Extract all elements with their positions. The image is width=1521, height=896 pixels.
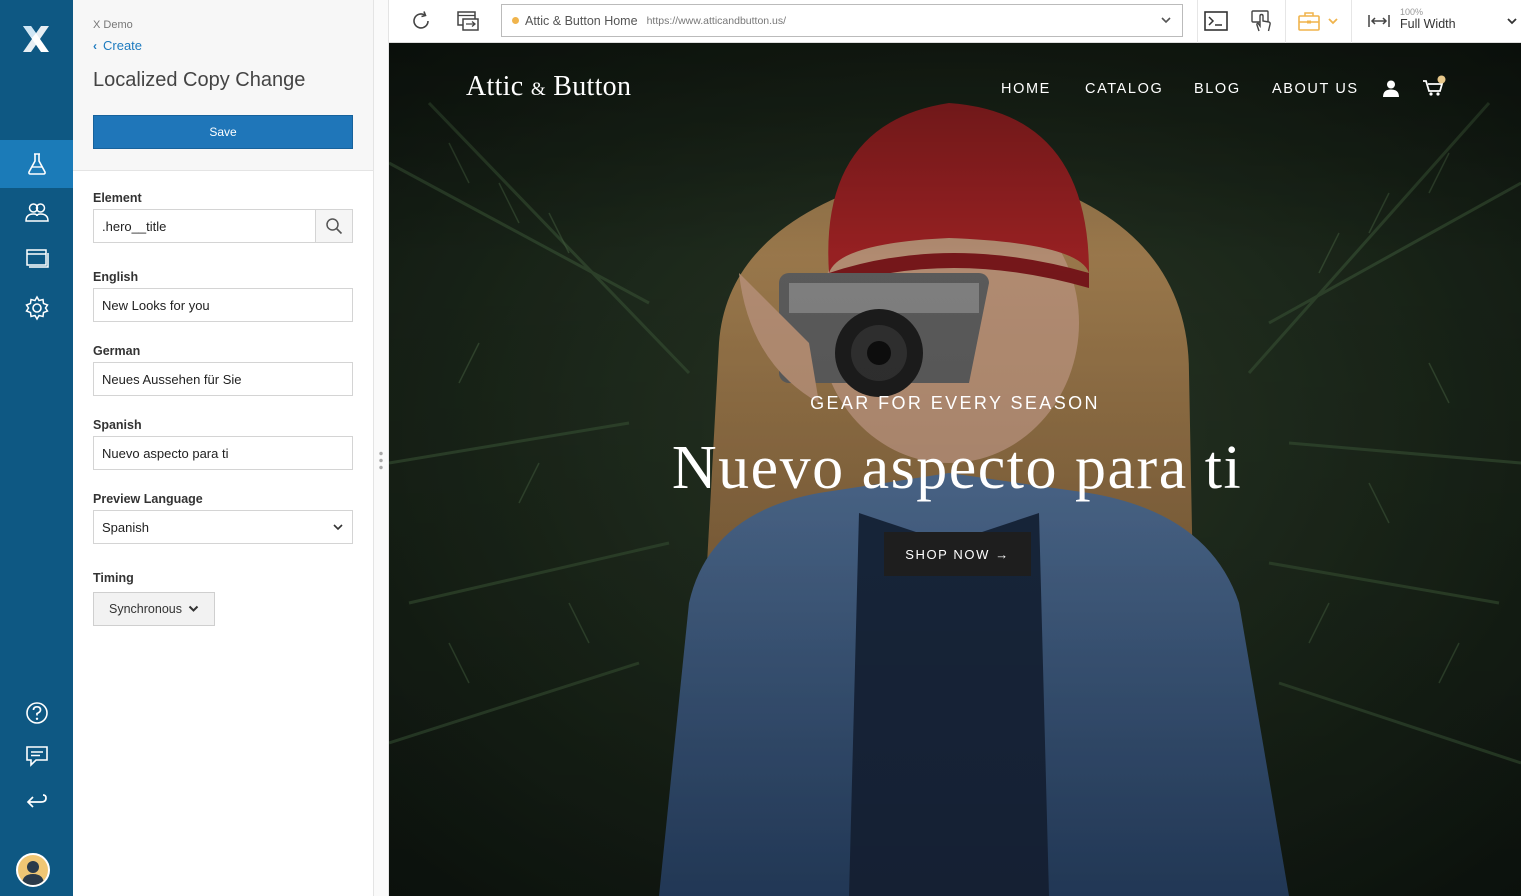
switch-page-button[interactable] — [453, 8, 483, 34]
back-link[interactable]: ‹ Create — [93, 38, 142, 53]
german-label: German — [93, 344, 141, 358]
save-button[interactable]: Save — [93, 115, 353, 149]
flask-icon — [27, 153, 46, 175]
site-nav-blog[interactable]: BLOG — [1194, 81, 1241, 97]
assets-menu-button[interactable] — [1292, 8, 1344, 34]
nav-exit[interactable] — [0, 778, 73, 826]
url-bar[interactable]: Attic & Button Home https://www.atticand… — [501, 4, 1183, 37]
chevron-down-icon[interactable] — [1160, 14, 1172, 26]
nav-experiments[interactable] — [0, 140, 73, 188]
avatar[interactable] — [16, 853, 50, 887]
page-url: https://www.atticandbutton.us/ — [646, 14, 787, 27]
element-search-button[interactable] — [315, 209, 353, 243]
users-icon — [24, 203, 49, 222]
chat-icon — [25, 746, 48, 767]
reload-button[interactable] — [406, 8, 436, 34]
toolbar-divider — [1285, 0, 1286, 43]
chevron-down-icon[interactable] — [1506, 16, 1518, 26]
back-link-label: Create — [103, 38, 143, 53]
preview-language-value: Spanish — [102, 519, 149, 535]
hero-title[interactable]: Nuevo aspecto para ti — [389, 433, 1521, 504]
interact-mode-button[interactable] — [1247, 8, 1277, 34]
element-label: Element — [93, 191, 142, 205]
app-name: X Demo — [93, 19, 133, 31]
account-icon[interactable] — [1382, 79, 1400, 97]
brand-ampersand: & — [530, 79, 546, 100]
pointer-hand-icon — [1251, 10, 1271, 32]
site-nav-home[interactable]: HOME — [1001, 81, 1051, 97]
preview-language-label: Preview Language — [93, 492, 203, 506]
viewport-width-button[interactable] — [1364, 8, 1394, 34]
preview-language-select[interactable]: Spanish — [93, 510, 353, 544]
nav-pages[interactable] — [0, 234, 73, 282]
nav-audiences[interactable] — [0, 188, 73, 236]
nav-feedback[interactable] — [0, 732, 73, 780]
edit-panel: X Demo ‹ Create Localized Copy Change Sav… — [73, 0, 373, 896]
terminal-icon — [1204, 11, 1228, 31]
app-root: X Demo ‹ Create Localized Copy Change Sav… — [0, 0, 1521, 896]
nav-help[interactable] — [0, 689, 73, 737]
chevron-down-icon — [333, 524, 343, 531]
brand-word-right: Button — [553, 71, 632, 102]
help-icon — [25, 702, 48, 724]
briefcase-icon — [1298, 12, 1320, 31]
page-title: Localized Copy Change — [93, 69, 306, 91]
spanish-label: Spanish — [93, 418, 142, 432]
brand-logo[interactable]: Attic & Button — [466, 71, 631, 103]
cart-icon[interactable] — [1422, 75, 1448, 97]
width-arrows-icon — [1368, 15, 1390, 27]
site-preview: Attic & Button HOME CATALOG BLOG ABOUT U… — [389, 43, 1521, 896]
nav-settings[interactable] — [0, 284, 73, 332]
shop-now-button[interactable]: SHOP NOW → — [884, 532, 1031, 576]
width-mode[interactable]: Full Width — [1400, 17, 1456, 31]
pages-icon — [25, 249, 49, 268]
chevron-down-icon — [1328, 18, 1338, 25]
search-icon — [326, 218, 343, 235]
code-editor-button[interactable] — [1201, 8, 1231, 34]
chevron-left-icon: ‹ — [93, 39, 97, 53]
panel-resize-handle[interactable] — [373, 0, 389, 896]
panel-header: X Demo ‹ Create Localized Copy Change Sav… — [73, 0, 373, 171]
timing-dropdown[interactable]: Synchronous — [93, 592, 215, 626]
timing-label: Timing — [93, 571, 134, 585]
site-nav-catalog[interactable]: CATALOG — [1085, 81, 1163, 97]
toolbar-divider — [1351, 0, 1352, 43]
caret-down-icon — [188, 605, 199, 612]
english-input[interactable]: New Looks for you — [93, 288, 353, 322]
element-selector-input[interactable]: .hero__title — [93, 209, 316, 243]
preview-toolbar: Attic & Button Home https://www.atticand… — [389, 0, 1521, 43]
reload-icon — [413, 11, 429, 29]
left-nav — [0, 0, 73, 896]
zoom-level: 100% — [1400, 7, 1424, 17]
status-dot — [512, 17, 519, 24]
gear-icon — [24, 295, 49, 321]
grip-dots-icon — [379, 450, 383, 472]
toolbar-divider — [1197, 0, 1198, 43]
spanish-input[interactable]: Nuevo aspecto para ti — [93, 436, 353, 470]
brand-word-left: Attic — [466, 71, 524, 102]
return-icon — [26, 794, 47, 808]
timing-value: Synchronous — [109, 602, 182, 616]
x-logo-icon[interactable] — [19, 24, 53, 54]
window-swap-icon — [457, 11, 479, 31]
english-label: English — [93, 270, 139, 284]
user-avatar-icon — [22, 861, 44, 885]
site-nav-about-us[interactable]: ABOUT US — [1272, 81, 1359, 97]
hero-eyebrow: GEAR FOR EVERY SEASON — [810, 393, 1100, 413]
page-name: Attic & Button Home — [525, 13, 638, 28]
german-input[interactable]: Neues Aussehen für Sie — [93, 362, 353, 396]
